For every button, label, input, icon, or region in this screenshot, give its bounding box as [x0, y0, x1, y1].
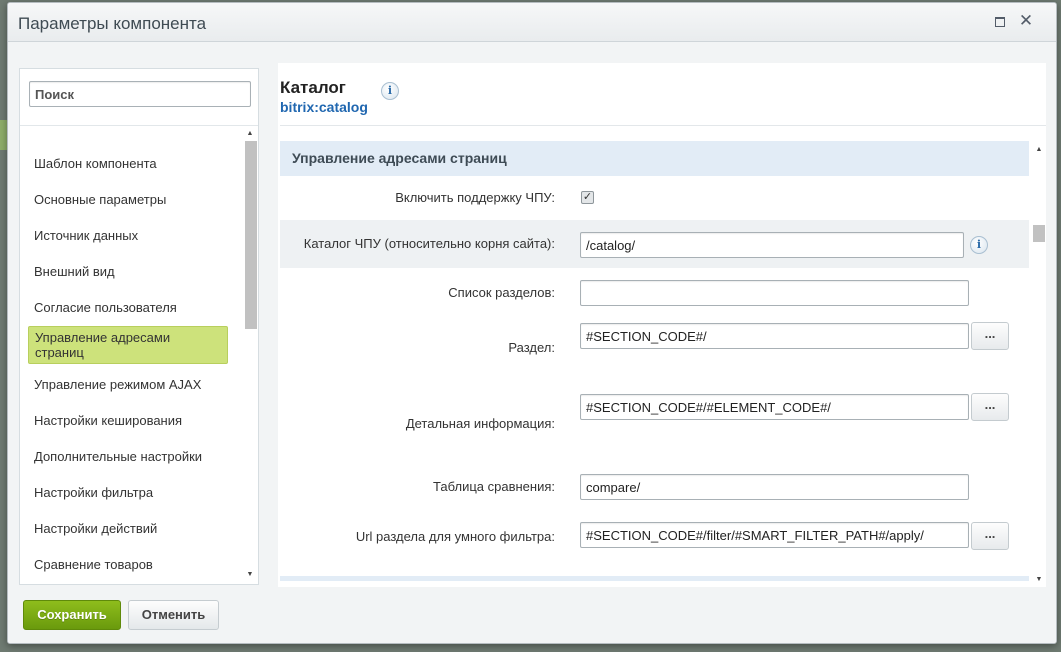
sidebar-item-data-source[interactable]: Источник данных [28, 228, 226, 243]
cancel-button[interactable]: Отменить [128, 600, 219, 630]
next-section-header [280, 576, 1029, 581]
component-code: bitrix:catalog [280, 99, 368, 115]
info-icon[interactable]: i [381, 82, 399, 100]
sef-mode-label: Включить поддержку ЧПУ: [395, 190, 555, 205]
sef-folder-label: Каталог ЧПУ (относительно корня сайта): [303, 236, 555, 251]
content-scrollbar[interactable]: ▲ ▼ [1032, 145, 1046, 585]
sidebar-item-template[interactable]: Шаблон компонента [28, 156, 226, 171]
sidebar-scroll-thumb[interactable] [245, 141, 257, 329]
sidebar-item-actions[interactable]: Настройки действий [28, 521, 226, 536]
sections-list-label: Список разделов: [448, 285, 555, 300]
content-scroll-up-icon[interactable]: ▲ [1033, 145, 1045, 155]
sidebar: Шаблон компонента Основные параметры Ист… [19, 68, 259, 585]
header-divider [280, 125, 1046, 126]
smart-filter-input[interactable] [580, 522, 969, 548]
sidebar-item-cache[interactable]: Настройки кеширования [28, 413, 226, 428]
sef-folder-info-icon[interactable]: i [970, 236, 988, 254]
element-browse-button[interactable]: ... [971, 393, 1009, 421]
sef-mode-checkbox[interactable]: ✓ [581, 191, 594, 204]
smart-filter-label: Url раздела для умного фильтра: [355, 529, 555, 544]
smart-filter-browse-button[interactable]: ... [971, 522, 1009, 550]
content-scroll-down-icon[interactable]: ▼ [1033, 575, 1045, 585]
compare-label: Таблица сравнения: [433, 479, 555, 494]
compare-input[interactable] [580, 474, 969, 500]
sidebar-item-compare[interactable]: Сравнение товаров [28, 557, 226, 572]
params-scroll-area: Управление адресами страниц Включить под… [280, 141, 1029, 581]
sidebar-item-ajax[interactable]: Управление режимом AJAX [28, 377, 226, 392]
sidebar-item-appearance[interactable]: Внешний вид [28, 264, 226, 279]
param-row-sef-mode: Включить поддержку ЧПУ: ✓ [280, 176, 1029, 220]
scroll-up-icon[interactable]: ▲ [244, 129, 256, 139]
sidebar-item-additional[interactable]: Дополнительные настройки [28, 449, 226, 464]
sidebar-item-basic[interactable]: Основные параметры [28, 192, 226, 207]
dialog-title: Параметры компонента [18, 14, 207, 33]
sidebar-item-consent[interactable]: Согласие пользователя [28, 300, 226, 315]
sections-list-input[interactable] [580, 280, 969, 306]
param-row-sef-folder: Каталог ЧПУ (относительно корня сайта): … [280, 220, 1029, 268]
search-input[interactable] [29, 81, 251, 107]
component-title: Каталог [280, 78, 346, 97]
main-content: Каталог i bitrix:catalog Управление адре… [278, 63, 1046, 588]
save-button[interactable]: Сохранить [23, 600, 121, 630]
sidebar-item-sef[interactable]: Управление адресами страниц [28, 326, 228, 364]
section-label: Раздел: [508, 340, 555, 355]
maximize-icon[interactable] [992, 13, 1008, 29]
element-label: Детальная информация: [405, 416, 555, 431]
param-row-sections-list: Список разделов: [280, 268, 1029, 312]
sidebar-nav: Шаблон компонента Основные параметры Ист… [20, 126, 242, 584]
sidebar-scrollbar[interactable]: ▲ ▼ [244, 129, 257, 580]
sidebar-search [20, 69, 258, 126]
close-icon[interactable]: ✕ [1018, 12, 1034, 29]
scroll-down-icon[interactable]: ▼ [244, 570, 256, 580]
sidebar-item-filter[interactable]: Настройки фильтра [28, 485, 226, 500]
param-row-element: Детальная информация: ... [280, 384, 1029, 462]
component-params-dialog: Параметры компонента ✕ Шаблон компонента… [7, 2, 1057, 644]
sef-folder-input[interactable] [580, 232, 964, 258]
element-input[interactable] [580, 394, 969, 420]
content-scroll-thumb[interactable] [1033, 225, 1045, 242]
dialog-titlebar[interactable]: Параметры компонента ✕ [8, 3, 1056, 42]
dialog-footer: Сохранить Отменить [8, 587, 1056, 643]
section-browse-button[interactable]: ... [971, 322, 1009, 350]
section-title: Управление адресами страниц [280, 141, 1029, 176]
param-row-compare: Таблица сравнения: [280, 462, 1029, 515]
param-row-smart-filter: Url раздела для умного фильтра: ... [280, 515, 1029, 571]
param-row-section: Раздел: ... [280, 312, 1029, 384]
section-input[interactable] [580, 323, 969, 349]
